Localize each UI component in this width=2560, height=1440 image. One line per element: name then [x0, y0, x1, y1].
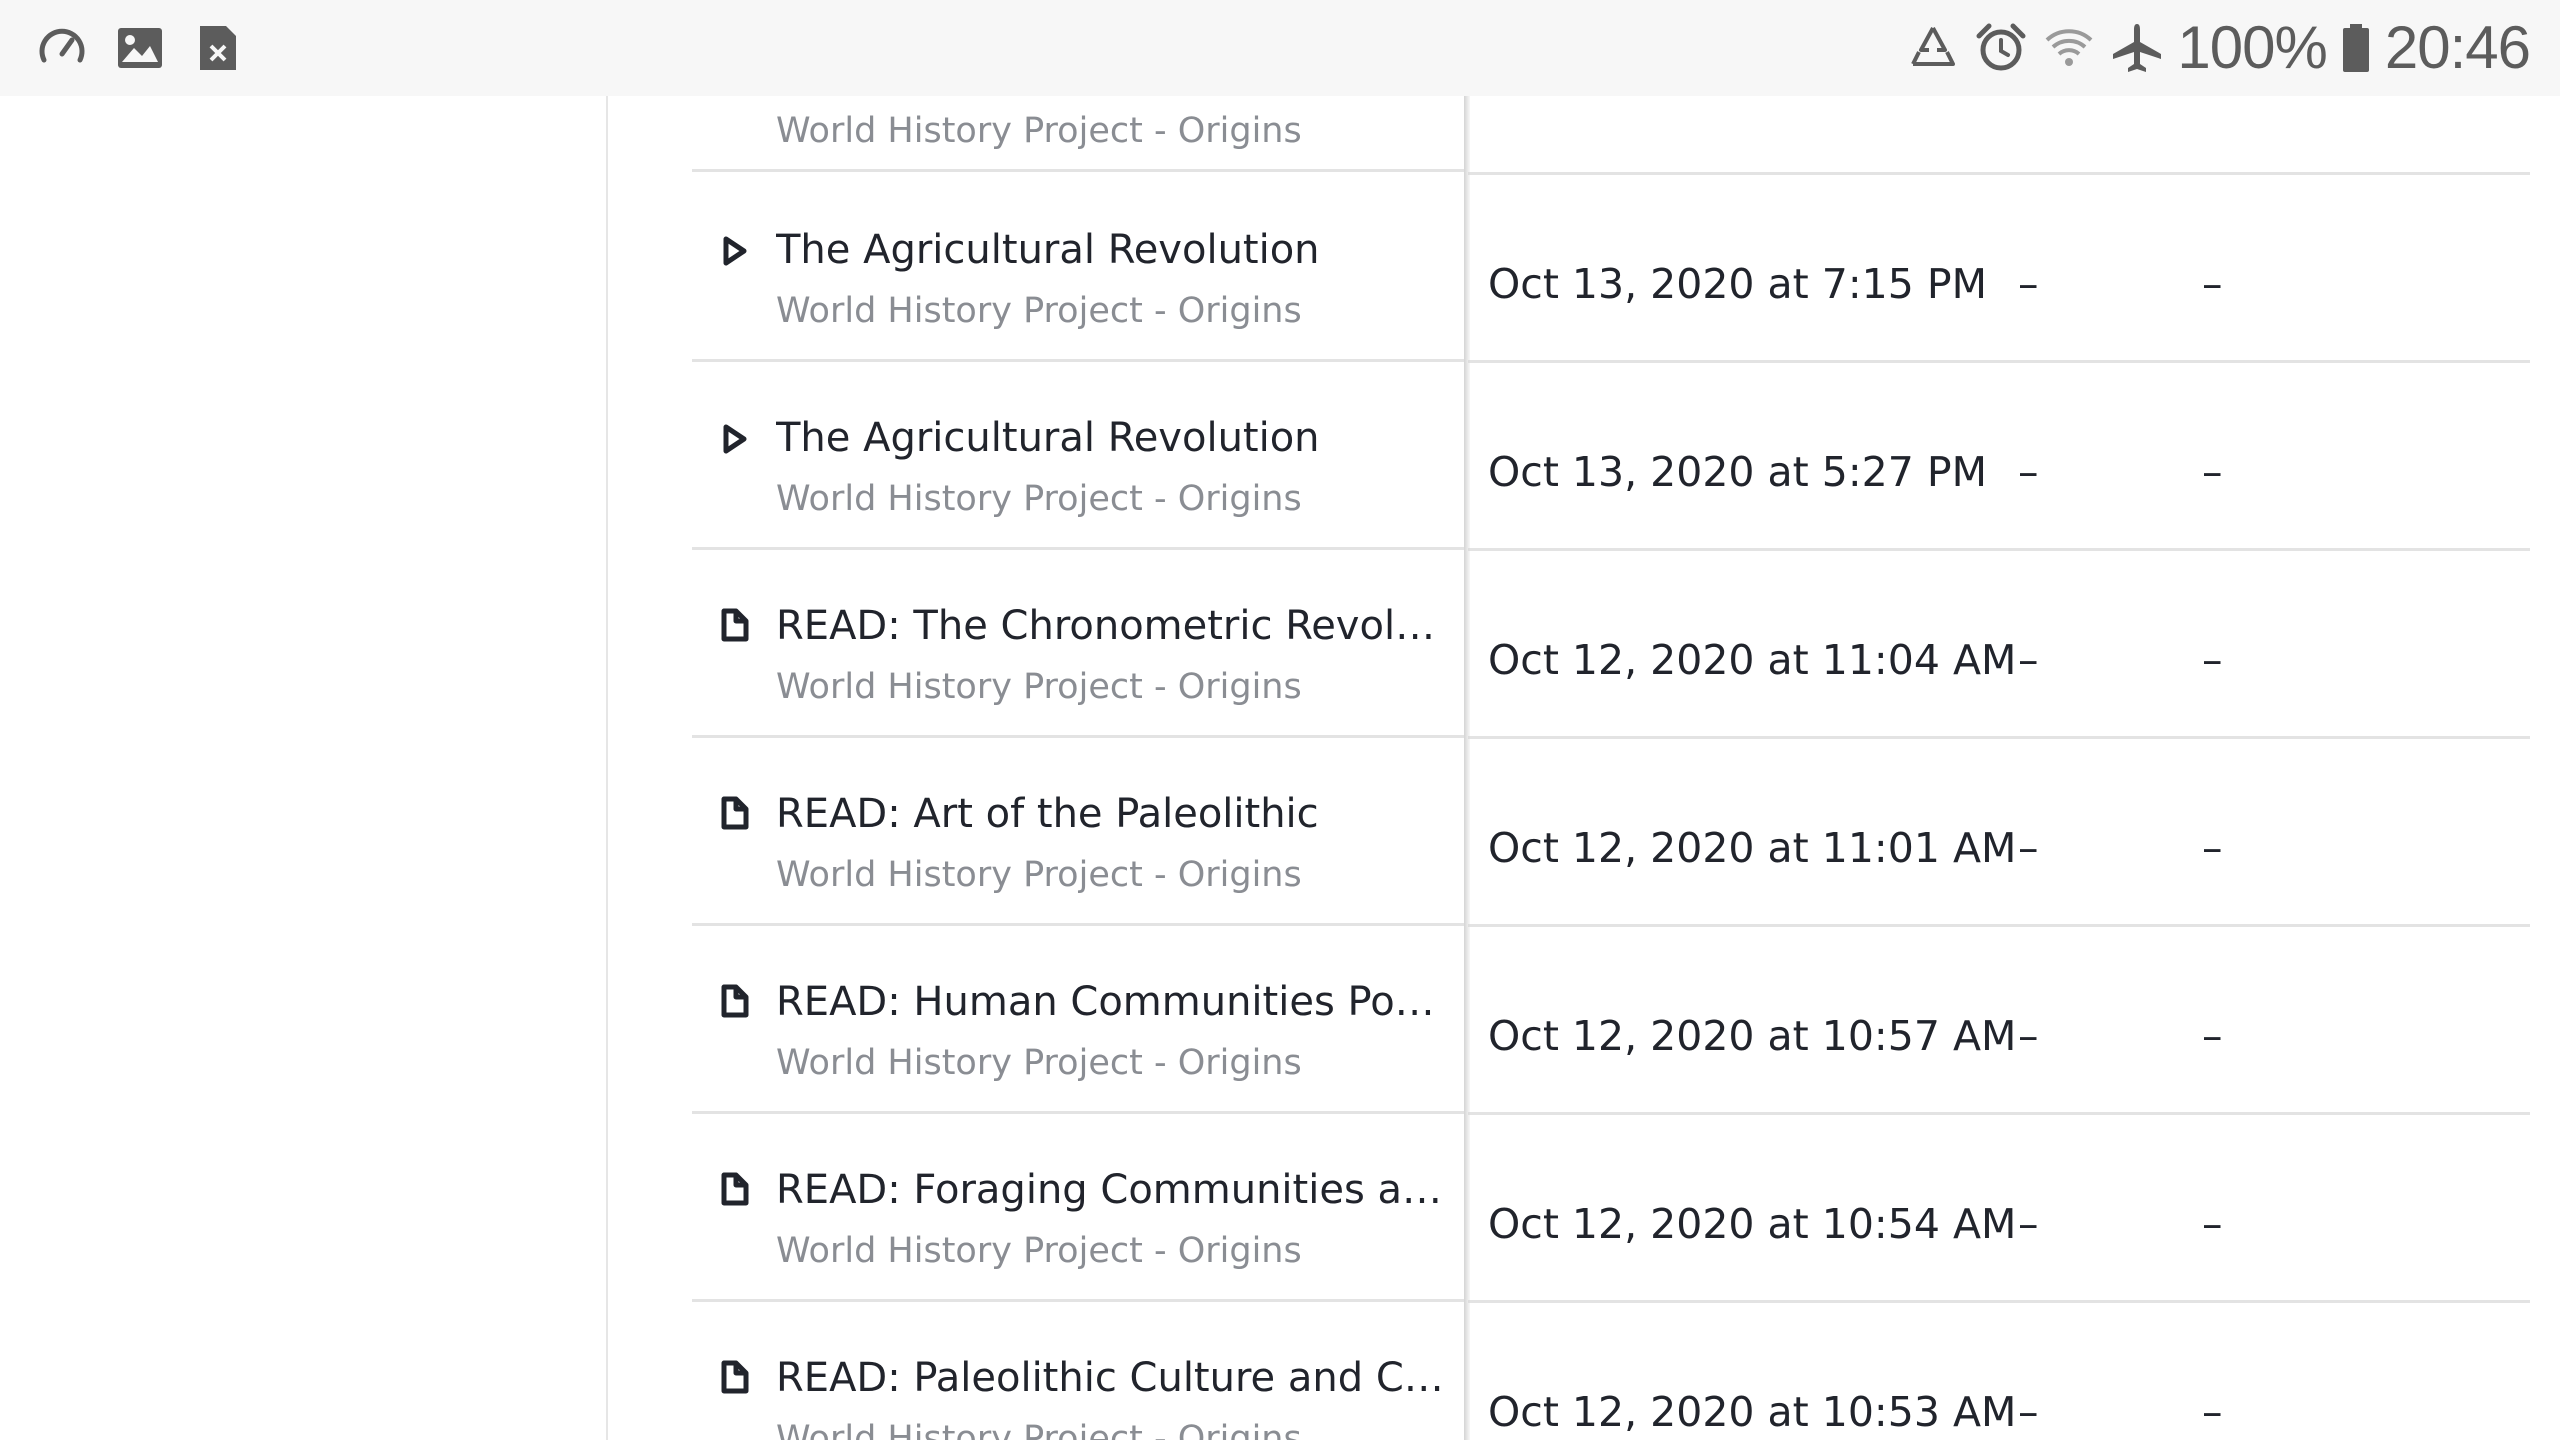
row-subtitle: World History Project - Origins [776, 1419, 1302, 1440]
table-row[interactable]: READ: Human Communities Popul... World H… [692, 924, 2530, 1115]
battery-icon [2339, 20, 2373, 76]
table-row[interactable]: The Agricultural Revolution World Histor… [692, 172, 2530, 363]
row-subtitle: World History Project - Origins [776, 1043, 1302, 1083]
row-col4: – [2202, 260, 2223, 308]
row-subtitle: World History Project - Origins [776, 479, 1302, 519]
row-title[interactable]: The Agricultural Revolution [776, 224, 1456, 276]
table-row[interactable]: READ: Art of the Paleolithic World Histo… [692, 736, 2530, 927]
battery-percent: 100% [2177, 14, 2327, 81]
row-col3: – [2018, 448, 2039, 496]
status-bar-system: 100% 20:46 [1905, 14, 2531, 82]
table-cell-content: READ: The Chronometric Revoluti... World… [692, 548, 1464, 738]
status-bar: 100% 20:46 [0, 0, 2560, 96]
row-col4: – [2202, 1012, 2223, 1060]
row-title[interactable]: The Agricultural Revolution [776, 412, 1456, 464]
row-title[interactable]: READ: Human Communities Popul... [776, 976, 1456, 1028]
row-title[interactable]: READ: Art of the Paleolithic [776, 788, 1456, 840]
row-subtitle: World History Project - Origins [776, 291, 1302, 331]
table-row[interactable]: The Agricultural Revolution World Histor… [692, 360, 2530, 551]
row-date: Oct 12, 2020 at 10:53 AM [1488, 1388, 2017, 1436]
row-subtitle: World History Project - Origins [776, 111, 1302, 151]
table-row[interactable]: READ: Paleolithic Culture and Co... Worl… [692, 1300, 2530, 1440]
table-cell-details [1468, 96, 2530, 175]
row-col3: – [2018, 260, 2039, 308]
article-icon [718, 1360, 752, 1394]
row-title[interactable]: READ: The Chronometric Revoluti... [776, 600, 1456, 652]
table-cell-content: READ: Paleolithic Culture and Co... Worl… [692, 1300, 1464, 1440]
sticky-column-shadow [1464, 96, 1470, 1440]
row-col3: – [2018, 824, 2039, 872]
row-subtitle: World History Project - Origins [776, 667, 1302, 707]
row-col4: – [2202, 1388, 2223, 1436]
row-col4: – [2202, 636, 2223, 684]
article-icon [718, 984, 752, 1018]
clock: 20:46 [2384, 14, 2531, 81]
table-cell-content: The Agricultural Revolution World Histor… [692, 172, 1464, 362]
image-icon [112, 20, 168, 76]
airplane-mode-icon [2109, 20, 2165, 76]
row-date: Oct 12, 2020 at 10:54 AM [1488, 1200, 2017, 1248]
row-col3: – [2018, 1012, 2039, 1060]
row-subtitle: World History Project - Origins [776, 855, 1302, 895]
row-date: Oct 12, 2020 at 10:57 AM [1488, 1012, 2017, 1060]
row-date: Oct 12, 2020 at 11:04 AM [1488, 636, 2017, 684]
status-bar-notifications [34, 20, 246, 76]
row-subtitle: World History Project - Origins [776, 1231, 1302, 1271]
table-cell-content: World History Project - Origins [692, 96, 1464, 172]
row-col4: – [2202, 1200, 2223, 1248]
row-title[interactable]: READ: Paleolithic Culture and Co... [776, 1352, 1456, 1404]
play-icon [718, 422, 752, 456]
recycle-icon [1905, 20, 1961, 76]
row-title[interactable]: READ: Foraging Communities and ... [776, 1164, 1456, 1216]
row-date: Oct 13, 2020 at 7:15 PM [1488, 260, 1987, 308]
row-col4: – [2202, 824, 2223, 872]
article-icon [718, 608, 752, 642]
table-row[interactable]: READ: The Chronometric Revoluti... World… [692, 548, 2530, 739]
table-row[interactable]: READ: Foraging Communities and ... World… [692, 1112, 2530, 1303]
article-icon [718, 1172, 752, 1206]
wifi-icon [2041, 20, 2097, 76]
play-icon [718, 234, 752, 268]
table-cell-content: READ: Art of the Paleolithic World Histo… [692, 736, 1464, 926]
table-cell-content: The Agricultural Revolution World Histor… [692, 360, 1464, 550]
row-col3: – [2018, 1388, 2039, 1436]
row-col4: – [2202, 448, 2223, 496]
table-cell-content: READ: Human Communities Popul... World H… [692, 924, 1464, 1114]
alarm-icon [1973, 20, 2029, 76]
activity-table-region[interactable]: World History Project - Origins The Agri… [692, 96, 2530, 1440]
file-close-icon [190, 20, 246, 76]
sidebar-divider [606, 96, 608, 1440]
article-icon [718, 796, 752, 830]
row-col3: – [2018, 636, 2039, 684]
table-cell-content: READ: Foraging Communities and ... World… [692, 1112, 1464, 1302]
table-row[interactable]: World History Project - Origins [692, 96, 2530, 175]
row-date: Oct 12, 2020 at 11:01 AM [1488, 824, 2017, 872]
row-col3: – [2018, 1200, 2039, 1248]
row-date: Oct 13, 2020 at 5:27 PM [1488, 448, 1987, 496]
speedometer-icon [34, 20, 90, 76]
